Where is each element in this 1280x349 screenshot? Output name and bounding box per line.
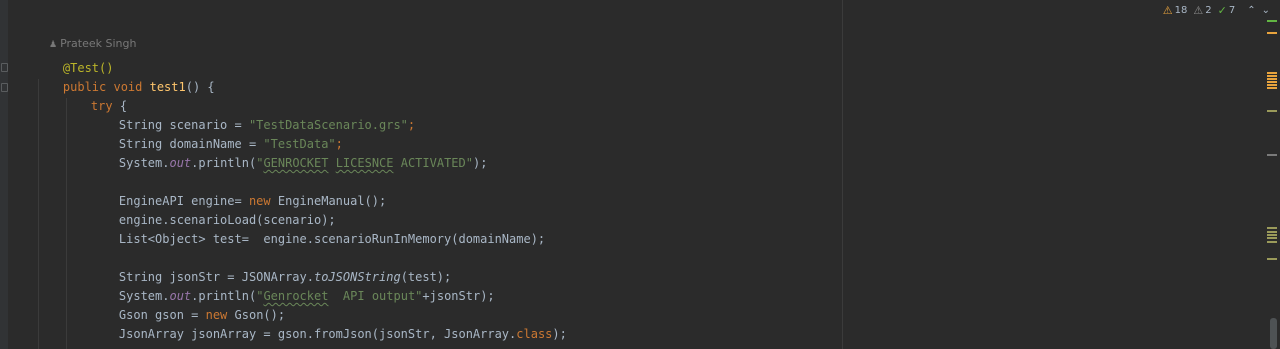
weak-warnings-counter[interactable]: ⚠ 2 [1193,4,1211,17]
warnings-counter[interactable]: ⚠ 18 [1163,4,1188,17]
code-token: .println( [191,156,257,170]
indent-guide [66,98,67,349]
code-token: JsonArray jsonArray = gson.fromJson(json… [118,327,517,341]
code-token: ); [472,156,488,170]
marker-stripe[interactable] [1267,241,1277,243]
marker-stripe[interactable] [1267,72,1277,74]
indent-guide [38,79,39,349]
fold-marker-icon[interactable] [1,63,8,72]
weak-warnings-count: 2 [1205,4,1212,16]
code-line[interactable]: @Test() [34,40,114,75]
string-token [328,156,335,170]
marker-stripe[interactable] [1267,154,1277,156]
code-line[interactable]: public void test1() { [34,59,215,94]
code-line[interactable]: String scenario = "TestDataScenario.grs"… [90,97,415,132]
chevron-up-icon[interactable]: ⌃ [1247,5,1255,16]
semicolon-token: ; [407,118,416,132]
marker-stripe[interactable] [1267,258,1277,260]
code-line[interactable]: EngineAPI engine= new EngineManual(); [90,173,386,208]
code-token: () { [185,80,215,94]
code-token: ); [552,327,567,341]
keyword-token: class [516,327,553,341]
marker-stripe[interactable] [1267,32,1277,34]
code-editor[interactable]: ♟ Prateek Singh @Test() public void test1… [0,0,1280,349]
fold-marker-icon[interactable] [1,83,8,92]
marker-stripe[interactable] [1267,78,1277,80]
code-token: System. [118,156,170,170]
marker-stripe[interactable] [1267,234,1277,236]
marker-stripe[interactable] [1267,231,1277,233]
code-line[interactable]: try { [62,78,127,113]
marker-stripe[interactable] [1267,87,1277,89]
typo-word[interactable]: LICESNCE [336,156,394,170]
marker-stripe[interactable] [1267,75,1277,77]
vertical-scrollbar-thumb[interactable] [1270,318,1277,349]
code-token: +jsonStr); [422,289,495,303]
double-check-icon: ✓ [1217,3,1227,17]
marker-stripe[interactable] [1267,110,1277,112]
chevron-down-icon[interactable]: ⌄ [1262,5,1270,16]
marker-stripe[interactable] [1267,227,1277,229]
warnings-count: 18 [1174,4,1188,16]
code-line[interactable]: engine.scenarioLoad(scenario); [90,192,336,227]
editor-gutter[interactable] [0,0,8,349]
method-name-token: test1 [149,80,186,94]
code-token: List<Object> test= engine.scenarioRunInM… [118,232,546,246]
right-margin-guide [842,0,843,349]
code-line[interactable]: String jsonStr = JSONArray.toJSONString(… [90,249,451,284]
typo-word[interactable]: GENROCKET [263,156,328,170]
marker-stripe[interactable] [1267,237,1277,239]
typos-counter[interactable]: ✓ 7 [1218,4,1236,17]
code-line[interactable]: List<Object> test= engine.scenarioRunInM… [90,211,545,246]
marker-stripe[interactable] [1267,84,1277,86]
weak-warning-triangle-icon: ⚠ [1193,3,1204,17]
marker-stripe[interactable] [1267,20,1277,22]
string-token: ACTIVATED" [393,156,473,170]
marker-stripe[interactable] [1267,81,1277,83]
string-token: API output" [328,289,423,303]
inspection-widget[interactable]: ⚠ 18 ⚠ 2 ✓ 7 ⌃ ⌄ [1163,3,1270,17]
code-line[interactable]: JsonArray jsonArray = gson.fromJson(json… [90,306,567,341]
typos-count: 7 [1228,4,1236,16]
code-line[interactable]: System.out.println("GENROCKET LICESNCE A… [90,135,488,170]
code-line[interactable]: String domainName = "TestData"; [90,116,343,151]
warning-triangle-icon: ⚠ [1162,3,1173,17]
static-field-token: out [169,156,192,170]
code-line[interactable]: System.out.println("Genrocket API output… [90,268,495,303]
code-line[interactable]: Gson gson = new Gson(); [90,287,285,322]
